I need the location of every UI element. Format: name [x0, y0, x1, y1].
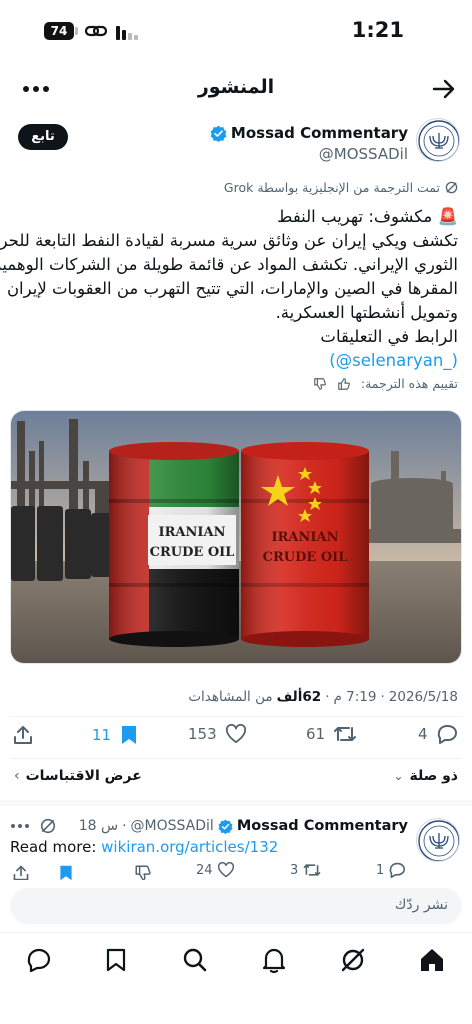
- divider: [10, 716, 462, 717]
- menorah-emblem: [418, 820, 459, 861]
- bookmark-icon: [122, 726, 137, 744]
- rate-translation: تقييم هذه الترجمة:: [313, 376, 458, 391]
- bookmark-count: 11: [92, 726, 112, 744]
- page-title: المنشور: [197, 76, 275, 98]
- views-count: 62ألف: [276, 689, 322, 705]
- battery-cap: [75, 27, 78, 35]
- grok-icon[interactable]: [340, 947, 366, 973]
- repost-icon: [334, 727, 357, 741]
- chevron-down-icon: ⌄: [393, 769, 404, 783]
- reply-composer[interactable]: نشر ردّك: [10, 888, 462, 924]
- more-icon[interactable]: [10, 823, 30, 829]
- messages-icon[interactable]: [26, 947, 52, 973]
- share-icon[interactable]: [12, 864, 30, 880]
- verified-badge-icon: [210, 125, 227, 142]
- reply-avatar[interactable]: [416, 818, 460, 862]
- post-line: وتمويل أنشطتها العسكرية.: [275, 303, 458, 322]
- status-bar: 74 1:21: [0, 0, 472, 64]
- menorah-emblem: [418, 120, 459, 161]
- link-icon: [84, 25, 108, 37]
- reply-time: 18 س: [78, 818, 119, 834]
- reply-author-row[interactable]: 18 س · @MOSSADil Mossad Commentary: [79, 818, 408, 834]
- reply-link[interactable]: wikiran.org/articles/132: [101, 838, 278, 856]
- arrow-right-icon[interactable]: [432, 78, 456, 100]
- like-count: 153: [188, 725, 217, 743]
- oil-barrels-image: IRANIAN CRUDE OIL IRANIAN CRUDE OIL: [11, 411, 461, 663]
- author-name: Mossad Commentary: [230, 124, 408, 142]
- bookmark-icon[interactable]: [58, 864, 74, 880]
- reply-text: Read more: wikiran.org/articles/132: [10, 838, 278, 856]
- bookmark-action[interactable]: 11: [92, 724, 139, 746]
- search-icon[interactable]: [182, 947, 208, 973]
- rate-translation-label: تقييم هذه الترجمة:: [360, 376, 458, 391]
- reply-reply-count: 1: [376, 862, 385, 878]
- section-separator: [0, 800, 472, 806]
- reply-action[interactable]: 4: [418, 724, 458, 744]
- thumbs-down-icon[interactable]: [134, 864, 152, 880]
- reply-action-bar: 24 3 1: [0, 862, 472, 880]
- quotes-label: عرض الاقتباسات: [25, 768, 142, 784]
- heart-icon: [217, 862, 234, 878]
- thumbs-down-icon[interactable]: [313, 377, 327, 391]
- post-line: الثوري الإيراني. تكشف المواد عن قائمة طو…: [0, 255, 458, 274]
- reply-placeholder[interactable]: نشر ردّك: [395, 897, 448, 913]
- reply-like-action[interactable]: 24: [196, 862, 235, 878]
- post-line: الرابط في التعليقات: [320, 327, 458, 346]
- grok-icon[interactable]: [40, 818, 56, 834]
- post-meta: 2026/5/18 · 7:19 م · 62ألف من المشاهدات: [188, 689, 458, 705]
- translation-note: تمت الترجمة من الإنجليزية بواسطة Grok: [224, 180, 458, 195]
- verified-badge-icon: [218, 819, 233, 834]
- avatar[interactable]: [416, 118, 460, 162]
- repost-icon: [303, 864, 321, 876]
- battery-indicator: 74: [44, 22, 74, 40]
- post-text: 🚨 مكشوف: تهريب النفط تكشف ويكي إيران عن …: [0, 205, 458, 373]
- bottom-nav: [0, 932, 472, 1024]
- follow-button[interactable]: تابع: [18, 124, 68, 150]
- left-barrel-label-1: IRANIAN: [159, 525, 226, 540]
- signal-icon: [116, 26, 138, 40]
- reply-text-prefix: Read more:: [10, 838, 97, 856]
- notifications-icon[interactable]: [262, 946, 286, 974]
- translation-note-text: تمت الترجمة من الإنجليزية بواسطة Grok: [223, 180, 440, 195]
- clock: 1:21: [351, 18, 404, 42]
- home-icon[interactable]: [418, 946, 446, 974]
- mention-link[interactable]: (@selenaryan_): [8, 349, 458, 373]
- grok-icon: [445, 181, 458, 194]
- right-barrel-label-1: IRANIAN: [272, 530, 339, 545]
- like-action[interactable]: 153: [188, 724, 247, 744]
- related-dropdown[interactable]: ذو صلة ⌄: [393, 768, 458, 784]
- reply-like-count: 24: [196, 862, 213, 878]
- author-handle[interactable]: @MOSSADil: [319, 145, 408, 163]
- meta-separator: ·: [380, 689, 385, 705]
- post-time: 7:19 م: [333, 689, 377, 705]
- views-label: من المشاهدات: [188, 689, 273, 705]
- post-image[interactable]: IRANIAN CRUDE OIL IRANIAN CRUDE OIL: [10, 410, 462, 664]
- reply-repost-count: 3: [290, 862, 299, 878]
- post-line: المقرها في الصين والإمارات، التي تتيح ال…: [6, 279, 458, 298]
- post-date: 2026/5/18: [388, 689, 458, 705]
- reply-icon: [389, 862, 406, 878]
- related-label: ذو صلة: [409, 768, 459, 784]
- meta-separator: ·: [325, 689, 330, 705]
- heart-icon: [225, 724, 246, 744]
- right-barrel-label-2: CRUDE OIL: [263, 550, 348, 565]
- author-name-row[interactable]: Mossad Commentary: [210, 124, 408, 142]
- quotes-link[interactable]: ‹ عرض الاقتباسات: [14, 768, 142, 784]
- reply-reply-action[interactable]: 1: [376, 862, 406, 878]
- reply-handle: @MOSSADil: [130, 818, 214, 834]
- repost-action[interactable]: 61: [306, 724, 357, 744]
- post-line: تكشف ويكي إيران عن وثائق سرية مسربة لقيا…: [0, 231, 458, 250]
- left-barrel-label-2: CRUDE OIL: [150, 545, 235, 560]
- reply-repost-action[interactable]: 3: [290, 862, 322, 878]
- post-headline: 🚨 مكشوف: تهريب النفط: [277, 207, 458, 226]
- reply-author-name: Mossad Commentary: [236, 818, 408, 834]
- share-icon[interactable]: [12, 724, 34, 746]
- reply-count: 4: [418, 725, 428, 743]
- meta-separator: ·: [122, 818, 127, 834]
- thumbs-up-icon[interactable]: [337, 377, 351, 391]
- reply-icon: [437, 725, 457, 744]
- repost-count: 61: [306, 725, 326, 743]
- bookmarks-icon[interactable]: [104, 947, 128, 973]
- divider: [10, 758, 462, 759]
